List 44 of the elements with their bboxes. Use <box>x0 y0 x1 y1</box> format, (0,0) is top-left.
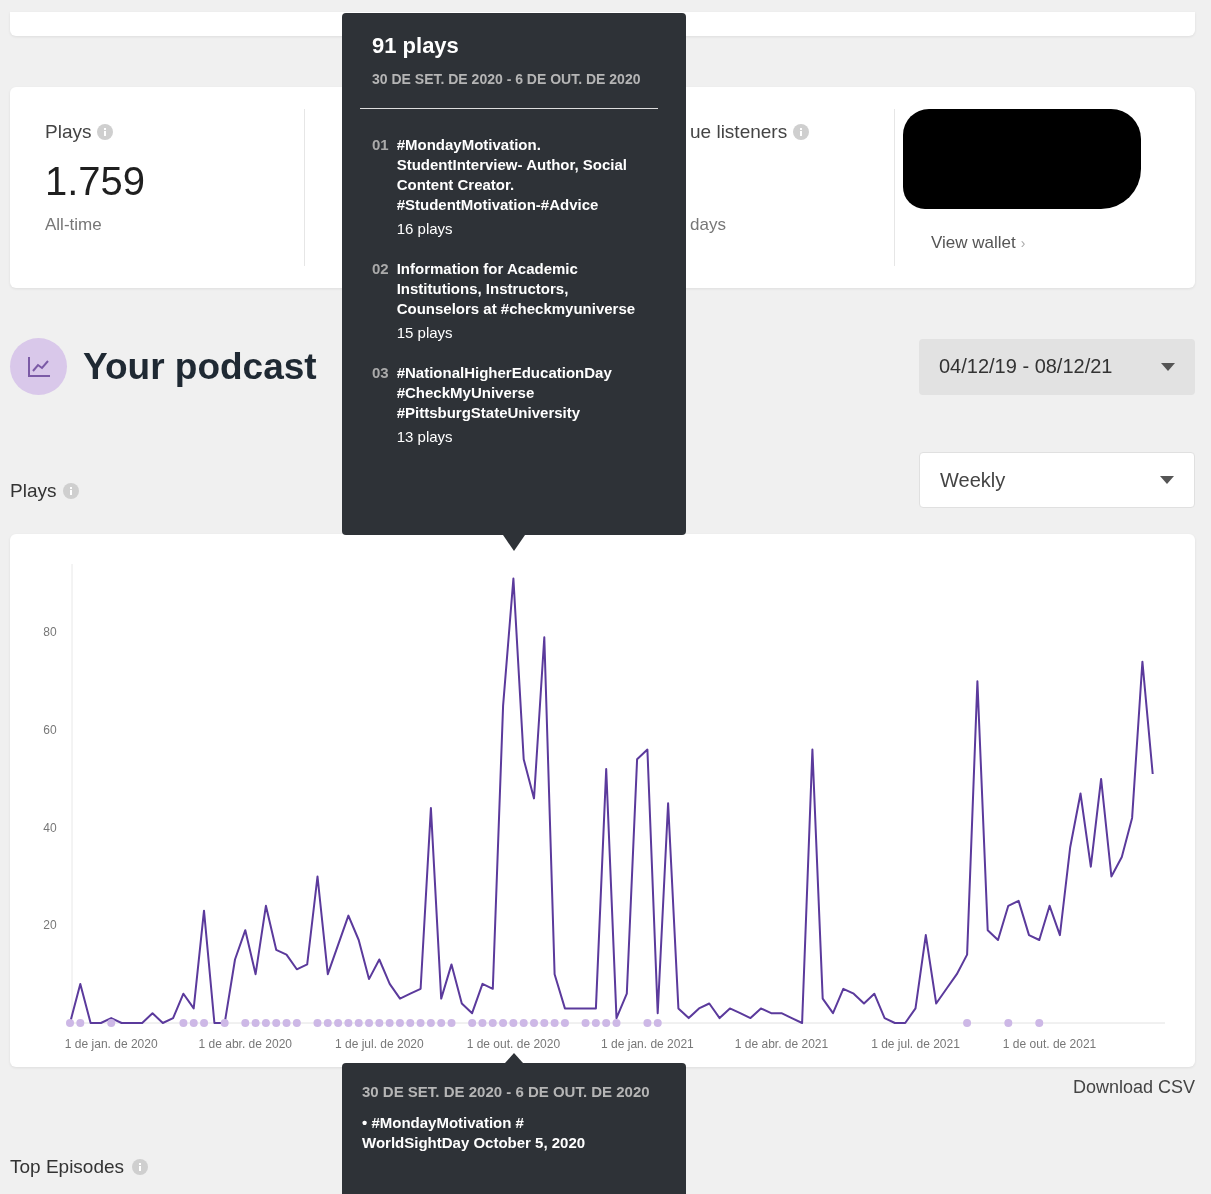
section-label: Top Episodes <box>10 1156 125 1178</box>
x-tick-label: 1 de jan. de 2020 <box>64 1037 158 1051</box>
metric-label: Plays <box>10 480 57 502</box>
x-tick-label: 1 de out. de 2021 <box>1002 1037 1097 1051</box>
x-tick-label: 1 de abr. de 2021 <box>734 1037 829 1051</box>
y-tick-label: 40 <box>43 820 57 835</box>
interval-dropdown[interactable]: Weekly <box>919 452 1195 508</box>
stat-label: ue listeners <box>690 121 788 143</box>
download-csv-link[interactable]: Download CSV <box>1072 1077 1195 1098</box>
episode-plays: 15 plays <box>396 323 454 343</box>
x-tick-label: 1 de jul. de 2021 <box>871 1037 960 1051</box>
x-tick-label: 1 de jan. de 2021 <box>601 1037 694 1051</box>
episode-rank: 03 <box>372 363 389 383</box>
stat-caption: All-time <box>45 215 102 234</box>
x-tick-label: 1 de jul. de 2020 <box>334 1037 424 1051</box>
episode-rank: 02 <box>372 259 389 279</box>
x-tick-label: 1 de abr. de 2020 <box>198 1037 292 1051</box>
stat-value: 1.759 <box>45 159 146 203</box>
stat-caption: days <box>690 215 726 234</box>
view-wallet-link[interactable]: View wallet › <box>931 233 1026 253</box>
x-tick-label: 1 de out. de 2020 <box>466 1037 561 1051</box>
episode-title: • #MondayMotivation # WorldSightDay October 5, 2020 <box>362 1113 587 1153</box>
tooltip-total: 91 plays <box>372 33 460 59</box>
stat-label: Plays <box>45 121 92 143</box>
section-title: Your podcast <box>83 345 317 388</box>
info-icon <box>132 1159 149 1175</box>
caret-icon <box>1161 362 1175 371</box>
y-tick-label: 60 <box>43 723 57 737</box>
episode-title: #MondayMotivation. StudentInterview- Author, Social Content Creator. #StudentMotivation-#Advice <box>396 135 628 215</box>
episode-plays: 16 plays <box>396 219 454 239</box>
info-icon <box>63 483 80 499</box>
y-tick-label: 80 <box>43 625 57 640</box>
y-tick-label: 20 <box>43 918 57 933</box>
episode-plays: 13 plays <box>396 427 454 447</box>
episode-title: #NationalHigherEducationDay #CheckMyUniverse #PittsburgStateUniversity <box>396 363 613 423</box>
tooltip-period: 30 DE SET. DE 2020 - 6 DE OUT. DE 2020 <box>362 1083 651 1100</box>
info-icon <box>97 124 114 140</box>
episode-rank: 01 <box>372 135 389 155</box>
tooltip-period: 30 DE SET. DE 2020 - 6 DE OUT. DE 2020 <box>372 71 642 88</box>
episode-title: Information for Academic Institutions, Instructors, Counselors at #checkmyuniverse <box>396 259 637 319</box>
caret-icon <box>1160 476 1174 484</box>
chart-icon <box>10 338 67 395</box>
date-range-dropdown[interactable]: 04/12/19 - 08/12/21 <box>919 338 1195 395</box>
info-icon <box>793 124 810 140</box>
